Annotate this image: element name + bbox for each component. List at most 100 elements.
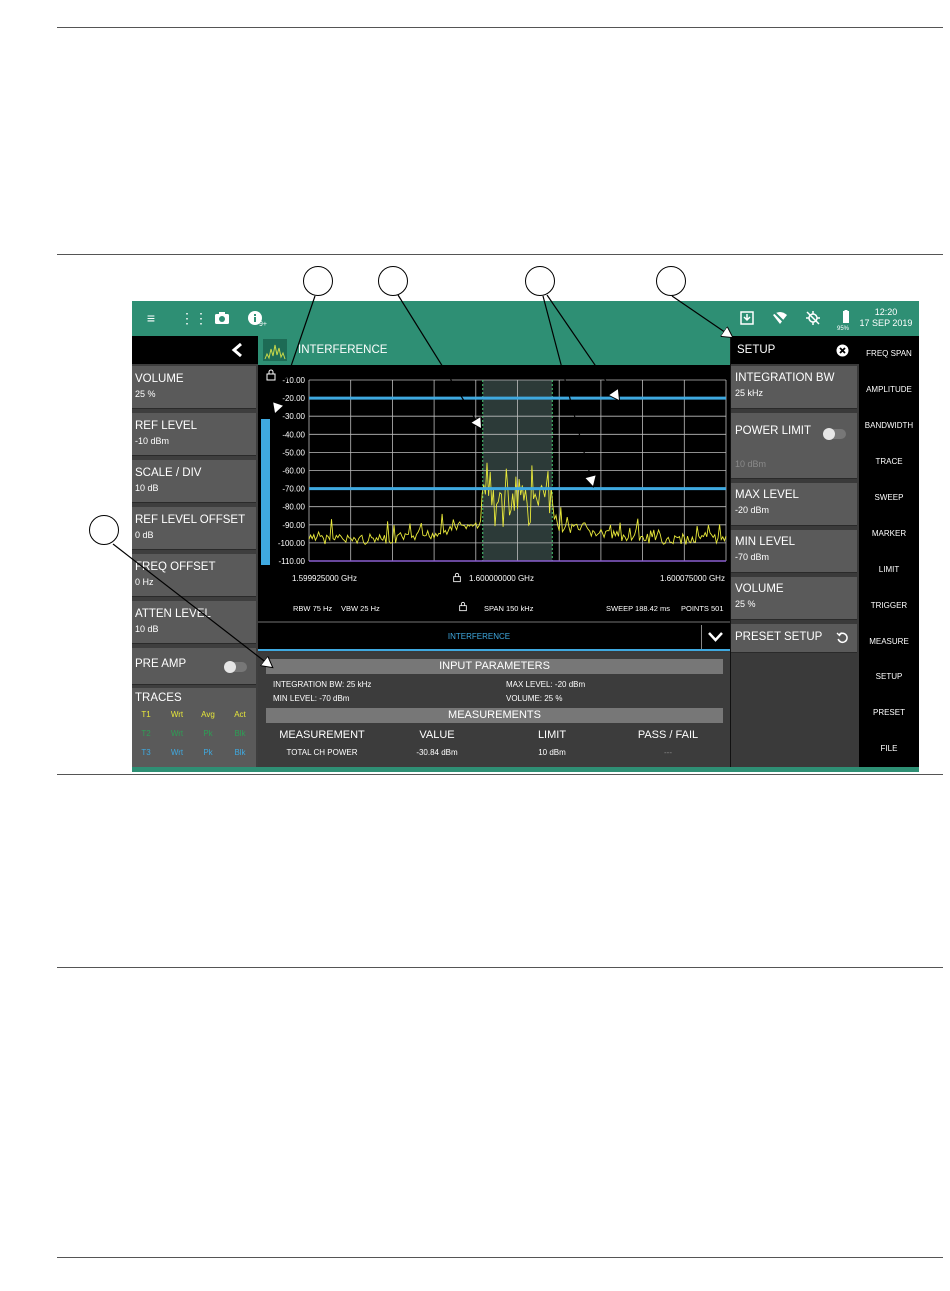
ref-level-offset-value: 0 dB <box>135 530 154 540</box>
expand-button[interactable] <box>701 625 729 649</box>
info-badge: 9+ <box>259 321 267 328</box>
menu-item-trace[interactable]: TRACE <box>859 457 919 466</box>
y-tick-label: -90.00 <box>282 521 305 530</box>
callout-circle <box>525 266 555 296</box>
table-cell: -30.84 dBm <box>416 748 458 757</box>
volume-button[interactable]: VOLUME 25 % <box>132 366 256 409</box>
setup-title: SETUP <box>737 344 776 356</box>
level-indicator-bar <box>261 419 270 565</box>
left-panel-header <box>132 336 258 364</box>
measurement-title: INTERFERENCE <box>298 344 388 356</box>
spectrum-display: -10.00 -20.00 -30.00 -40.00 -50.00 -60.00 -70.… <box>258 365 730 621</box>
atten-level-button[interactable]: ATTEN LEVEL 10 dB <box>132 601 256 644</box>
wifi-off-icon[interactable] <box>772 310 788 326</box>
atten-level-label: ATTEN LEVEL <box>135 608 211 620</box>
ref-level-button[interactable]: REF LEVEL -10 dBm <box>132 413 256 456</box>
freq-offset-label: FREQ OFFSET <box>135 561 216 573</box>
section-rule <box>57 967 943 968</box>
bottom-rule <box>57 1257 943 1258</box>
menu-item-preset[interactable]: PRESET <box>859 708 919 717</box>
ref-level-offset-button[interactable]: REF LEVEL OFFSET 0 dB <box>132 507 256 550</box>
menu-item-freq-span[interactable]: FREQ SPAN <box>859 349 919 358</box>
max-level-button[interactable]: MAX LEVEL -20 dBm <box>731 483 857 526</box>
integration-bw-button[interactable]: INTEGRATION BW 25 kHz <box>731 366 857 409</box>
gps-off-icon[interactable] <box>805 310 821 326</box>
table-cell: --- <box>664 748 672 757</box>
input-parameters-header: INPUT PARAMETERS <box>266 659 723 674</box>
menu-item-measure[interactable]: MEASURE <box>859 637 919 646</box>
menu-item-setup[interactable]: SETUP <box>859 672 919 681</box>
freq-offset-button[interactable]: FREQ OFFSET 0 Hz <box>132 554 256 597</box>
integration-bw-value: 25 kHz <box>735 388 764 398</box>
trace-cell: Pk <box>203 729 213 738</box>
volume-setup-button[interactable]: VOLUME 25 % <box>731 577 857 620</box>
trace-cell: T1 <box>141 710 151 719</box>
lock-icon[interactable] <box>265 369 277 381</box>
callout-circle <box>303 266 333 296</box>
menu-icon[interactable]: ≡ <box>143 310 159 326</box>
menu-item-amplitude[interactable]: AMPLITUDE <box>859 385 919 394</box>
sweep-readout: SWEEP 188.42 ms <box>606 604 671 613</box>
center-lock-icon[interactable] <box>452 572 462 583</box>
pre-amp-row: PRE AMP <box>132 648 256 685</box>
trace-cell: Blk <box>234 729 246 738</box>
close-icon[interactable] <box>836 344 849 357</box>
clock: 12:20 17 SEP 2019 <box>857 307 915 329</box>
measurement-selector-label: INTERFERENCE <box>447 632 511 641</box>
ref-level-offset-label: REF LEVEL OFFSET <box>135 514 246 526</box>
menu-item-limit[interactable]: LIMIT <box>859 565 919 574</box>
reset-icon <box>836 632 848 643</box>
power-limit-row: POWER LIMIT 10 dBm <box>731 413 857 479</box>
column-header: VALUE <box>419 729 455 741</box>
selector-underline <box>258 649 730 651</box>
callout-circle <box>656 266 686 296</box>
menu-item-marker[interactable]: MARKER <box>859 529 919 538</box>
trace-cell: Wrt <box>170 729 184 738</box>
start-frequency: 1.599925000 GHz <box>292 574 357 583</box>
bottom-accent-bar <box>132 767 919 772</box>
apps-grid-icon[interactable]: ⋮⋮ <box>180 310 208 326</box>
max-level-label: MAX LEVEL <box>735 489 799 501</box>
y-tick-label: -70.00 <box>282 485 305 494</box>
battery-percent: 95% <box>837 326 850 332</box>
trace-cell: T2 <box>141 729 151 738</box>
traces-label: TRACES <box>135 692 182 704</box>
back-chevron-icon[interactable] <box>231 343 243 357</box>
ref-level-label: REF LEVEL <box>135 420 197 432</box>
min-level-param: MIN LEVEL: -70 dBm <box>273 694 350 703</box>
power-limit-toggle[interactable] <box>823 428 846 440</box>
power-limit-value: 10 dBm <box>735 459 767 469</box>
trace-cell: Pk <box>203 748 213 757</box>
setup-panel: SETUP INTEGRATION BW 25 kHz POWER LIMIT … <box>730 336 860 772</box>
menu-item-sweep[interactable]: SWEEP <box>859 493 919 502</box>
scale-div-button[interactable]: SCALE / DIV 10 dB <box>132 460 256 503</box>
menu-item-file[interactable]: FILE <box>859 744 919 753</box>
menu-item-bandwidth[interactable]: BANDWIDTH <box>859 421 919 430</box>
scale-div-value: 10 dB <box>135 483 159 493</box>
scale-div-label: SCALE / DIV <box>135 467 202 479</box>
battery-icon <box>838 310 854 326</box>
rule-below-figure <box>57 774 943 775</box>
preset-setup-button[interactable]: PRESET SETUP <box>731 624 857 653</box>
download-icon[interactable] <box>739 310 755 326</box>
pre-amp-label: PRE AMP <box>135 658 187 670</box>
trace-cell: Wrt <box>170 748 184 757</box>
callout-circle <box>378 266 408 296</box>
min-level-button[interactable]: MIN LEVEL -70 dBm <box>731 530 857 573</box>
ref-level-value: -10 dBm <box>135 436 170 446</box>
measurement-selector-bar[interactable]: INTERFERENCE <box>258 623 730 651</box>
y-tick-label: -20.00 <box>282 394 305 403</box>
volume-param: VOLUME: 25 % <box>506 694 563 703</box>
rbw-readout: RBW 75 Hz <box>293 604 333 613</box>
atten-level-value: 10 dB <box>135 624 159 634</box>
measurement-header: INTERFERENCE <box>258 336 730 365</box>
menu-item-trigger[interactable]: TRIGGER <box>859 601 919 610</box>
left-panel: VOLUME 25 % REF LEVEL -10 dBm SCALE / DI… <box>132 336 258 772</box>
clock-time: 12:20 <box>874 307 898 317</box>
max-level-value: -20 dBm <box>735 505 770 515</box>
pre-amp-toggle[interactable] <box>224 661 247 673</box>
span-lock-icon[interactable] <box>458 601 468 612</box>
min-level-value: -70 dBm <box>735 552 770 562</box>
column-header: LIMIT <box>537 729 567 741</box>
camera-icon[interactable] <box>214 310 230 326</box>
